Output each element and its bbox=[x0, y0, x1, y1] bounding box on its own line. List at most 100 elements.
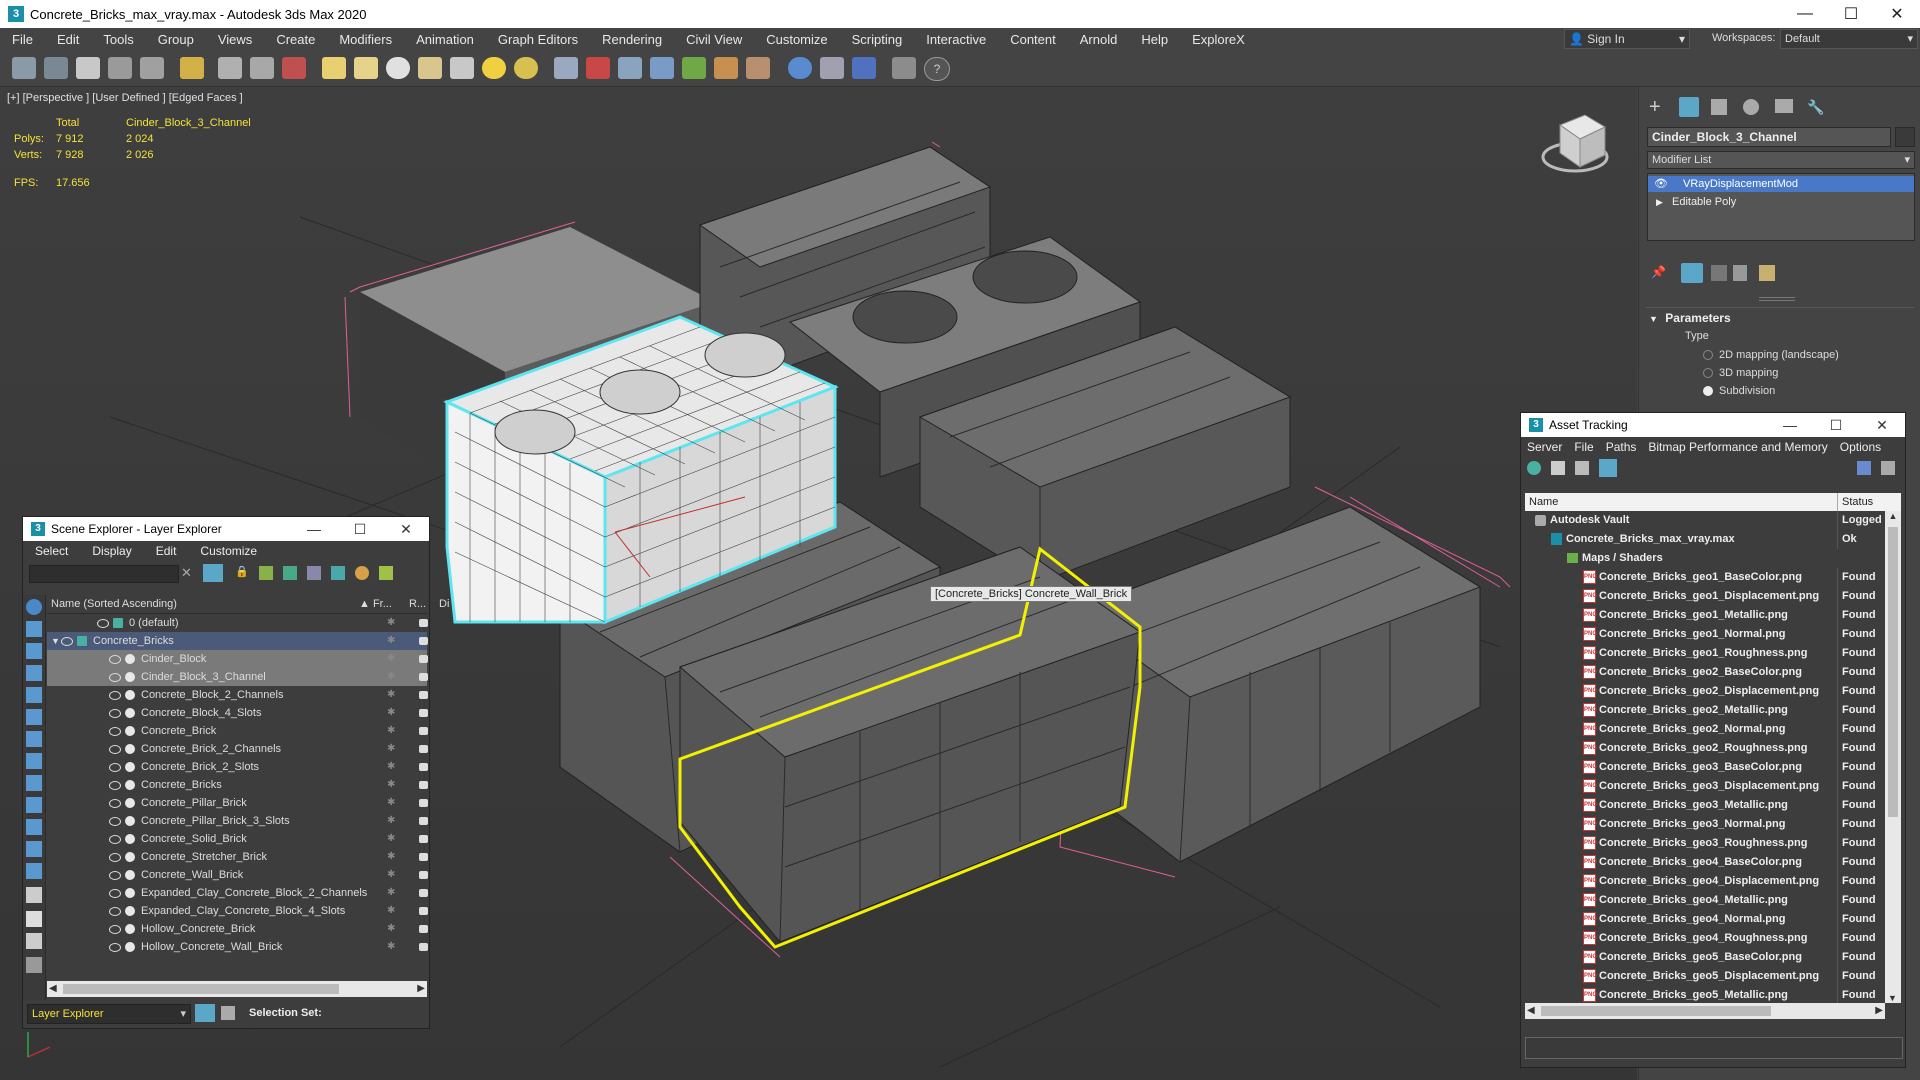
layer-tree-row[interactable]: Expanded_Clay_Concrete_Block_2_Channels ✱ bbox=[47, 884, 428, 902]
scrollbar-thumb[interactable] bbox=[1541, 1006, 1771, 1016]
vertical-scrollbar[interactable]: ▲ ▼ bbox=[1885, 511, 1901, 1003]
lock-icon[interactable]: 🔒 bbox=[235, 565, 249, 579]
menu-interactive[interactable]: Interactive bbox=[914, 32, 998, 47]
torus-icon[interactable] bbox=[418, 57, 442, 79]
menu-file[interactable]: File bbox=[1568, 440, 1599, 454]
scroll-up-icon[interactable]: ▲ bbox=[1885, 511, 1901, 521]
eye-icon[interactable]: 👁 bbox=[1654, 178, 1668, 190]
visibility-eye-icon[interactable] bbox=[109, 889, 121, 898]
freeze-toggle-icon[interactable]: ✱ bbox=[387, 632, 395, 650]
create-tab-icon[interactable]: + bbox=[1649, 97, 1669, 117]
menu-content[interactable]: Content bbox=[998, 32, 1068, 47]
menu-group[interactable]: Group bbox=[146, 32, 206, 47]
layer-tree-row[interactable]: Concrete_Brick_2_Slots ✱ bbox=[47, 758, 428, 776]
freeze-toggle-icon[interactable]: ✱ bbox=[387, 650, 395, 668]
undo-icon[interactable] bbox=[12, 57, 36, 79]
freeze-toggle-icon[interactable]: ✱ bbox=[387, 740, 395, 758]
asset-row[interactable]: PNG Concrete_Bricks_geo3_Roughness.png Fou… bbox=[1525, 834, 1901, 853]
frozen-filter-icon[interactable] bbox=[26, 841, 42, 857]
display-tab-icon[interactable] bbox=[1775, 99, 1793, 113]
menu-customize[interactable]: Customize bbox=[188, 544, 269, 558]
menu-customize[interactable]: Customize bbox=[754, 32, 839, 47]
utilities-tab-icon[interactable]: 🔧 bbox=[1807, 99, 1824, 115]
scrollbar-thumb[interactable] bbox=[63, 984, 339, 994]
parameters-rollout-header[interactable]: ▼ Parameters bbox=[1645, 308, 1915, 328]
render-toggle-icon[interactable] bbox=[419, 907, 428, 915]
layer-tree-row[interactable]: Concrete_Bricks ✱ bbox=[47, 776, 428, 794]
layer-tree-row[interactable]: 0 (default) ✱ bbox=[47, 614, 428, 632]
asset-row[interactable]: PNG Concrete_Bricks_geo1_Roughness.png Fou… bbox=[1525, 644, 1901, 663]
visibility-eye-icon[interactable] bbox=[109, 763, 121, 772]
layer-tree-row[interactable]: ▼ Concrete_Bricks ✱ bbox=[47, 632, 428, 650]
menu-scripting[interactable]: Scripting bbox=[840, 32, 915, 47]
object-color-swatch[interactable] bbox=[1895, 127, 1915, 147]
asset-row[interactable]: PNG Concrete_Bricks_geo4_Displacement.png… bbox=[1525, 872, 1901, 891]
asset-row[interactable]: PNG Concrete_Bricks_geo3_BaseColor.png Fou… bbox=[1525, 758, 1901, 777]
freeze-toggle-icon[interactable]: ✱ bbox=[387, 722, 395, 740]
visibility-eye-icon[interactable] bbox=[109, 907, 121, 916]
visibility-eye-icon[interactable] bbox=[109, 817, 121, 826]
visibility-eye-icon[interactable] bbox=[61, 637, 73, 646]
render-region-icon[interactable] bbox=[820, 57, 844, 79]
close-button[interactable]: ✕ bbox=[1859, 417, 1905, 434]
render-toggle-icon[interactable] bbox=[419, 637, 428, 645]
render-setup-icon[interactable] bbox=[618, 57, 642, 79]
visibility-eye-icon[interactable] bbox=[109, 745, 121, 754]
render-toggle-icon[interactable] bbox=[419, 673, 428, 681]
clear-search-icon[interactable]: ✕ bbox=[181, 565, 192, 581]
panel-divider[interactable] bbox=[1759, 297, 1795, 301]
render-toggle-icon[interactable] bbox=[419, 763, 428, 771]
fur-icon[interactable] bbox=[746, 57, 770, 79]
modifier-item-vray-displacement[interactable]: 👁 VRayDisplacementMod bbox=[1648, 176, 1914, 192]
asset-row[interactable]: PNG Concrete_Bricks_geo4_BaseColor.png Fou… bbox=[1525, 853, 1901, 872]
bind-icon[interactable] bbox=[140, 57, 164, 79]
column-status[interactable]: Status bbox=[1837, 493, 1873, 511]
layer-tree-row[interactable]: Concrete_Brick_2_Channels ✱ bbox=[47, 740, 428, 758]
camera-filter-icon[interactable] bbox=[26, 687, 42, 703]
minimize-button[interactable]: — bbox=[1767, 417, 1813, 433]
dome-light-icon[interactable] bbox=[514, 57, 538, 79]
menu-rendering[interactable]: Rendering bbox=[590, 32, 674, 47]
render-toggle-icon[interactable] bbox=[419, 619, 428, 627]
expand-arrow-icon[interactable]: ▶ bbox=[1656, 197, 1663, 207]
column-name[interactable]: Name bbox=[1529, 493, 1558, 511]
visibility-eye-icon[interactable] bbox=[109, 781, 121, 790]
menu-server[interactable]: Server bbox=[1521, 440, 1568, 454]
filter-funnel-icon[interactable] bbox=[26, 957, 42, 973]
selection-filter-icon[interactable] bbox=[180, 57, 204, 79]
layers-icon[interactable] bbox=[892, 57, 916, 79]
modify-tab-icon[interactable] bbox=[1679, 97, 1699, 117]
unlink-icon[interactable] bbox=[108, 57, 132, 79]
render-toggle-icon[interactable] bbox=[419, 655, 428, 663]
xref-filter-icon[interactable] bbox=[26, 775, 42, 791]
help-icon[interactable]: ? bbox=[924, 57, 950, 81]
freeze-toggle-icon[interactable]: ✱ bbox=[387, 920, 395, 938]
asset-row[interactable]: Autodesk Vault Logged O bbox=[1525, 511, 1901, 530]
configure-sets-icon[interactable] bbox=[1759, 265, 1775, 281]
minimize-button[interactable]: — bbox=[291, 521, 337, 537]
freeze-toggle-icon[interactable]: ✱ bbox=[387, 902, 395, 920]
material-editor-icon[interactable] bbox=[586, 57, 610, 79]
render-toggle-icon[interactable] bbox=[419, 691, 428, 699]
layer-tree-row[interactable]: Hollow_Concrete_Brick ✱ bbox=[47, 920, 428, 938]
spacewarp-filter-icon[interactable] bbox=[26, 731, 42, 747]
menu-bitmap-performance[interactable]: Bitmap Performance and Memory bbox=[1642, 440, 1833, 454]
asset-path-field[interactable] bbox=[1525, 1037, 1903, 1059]
hierarchy-toggle-icon[interactable] bbox=[221, 1006, 235, 1020]
table-view-icon[interactable] bbox=[1599, 459, 1617, 477]
menu-options[interactable]: Options bbox=[1834, 440, 1887, 454]
layer-stack-icon[interactable] bbox=[331, 566, 345, 580]
search-input[interactable] bbox=[29, 565, 179, 583]
refresh-icon[interactable] bbox=[1527, 461, 1541, 475]
list-view-icon[interactable] bbox=[1551, 461, 1565, 475]
shape-filter-icon[interactable] bbox=[26, 643, 42, 659]
asset-row[interactable]: PNG Concrete_Bricks_geo1_Metallic.png Foun… bbox=[1525, 606, 1901, 625]
freeze-toggle-icon[interactable]: ✱ bbox=[387, 704, 395, 722]
options-help-icon[interactable] bbox=[1881, 461, 1895, 475]
modifier-list-dropdown[interactable]: Modifier List ▾ bbox=[1647, 151, 1915, 169]
group-filter-icon[interactable] bbox=[26, 753, 42, 769]
scrollbar-thumb[interactable] bbox=[1888, 527, 1898, 817]
render-toggle-icon[interactable] bbox=[419, 799, 428, 807]
box-icon[interactable] bbox=[322, 57, 346, 79]
light-filter-icon[interactable] bbox=[26, 665, 42, 681]
